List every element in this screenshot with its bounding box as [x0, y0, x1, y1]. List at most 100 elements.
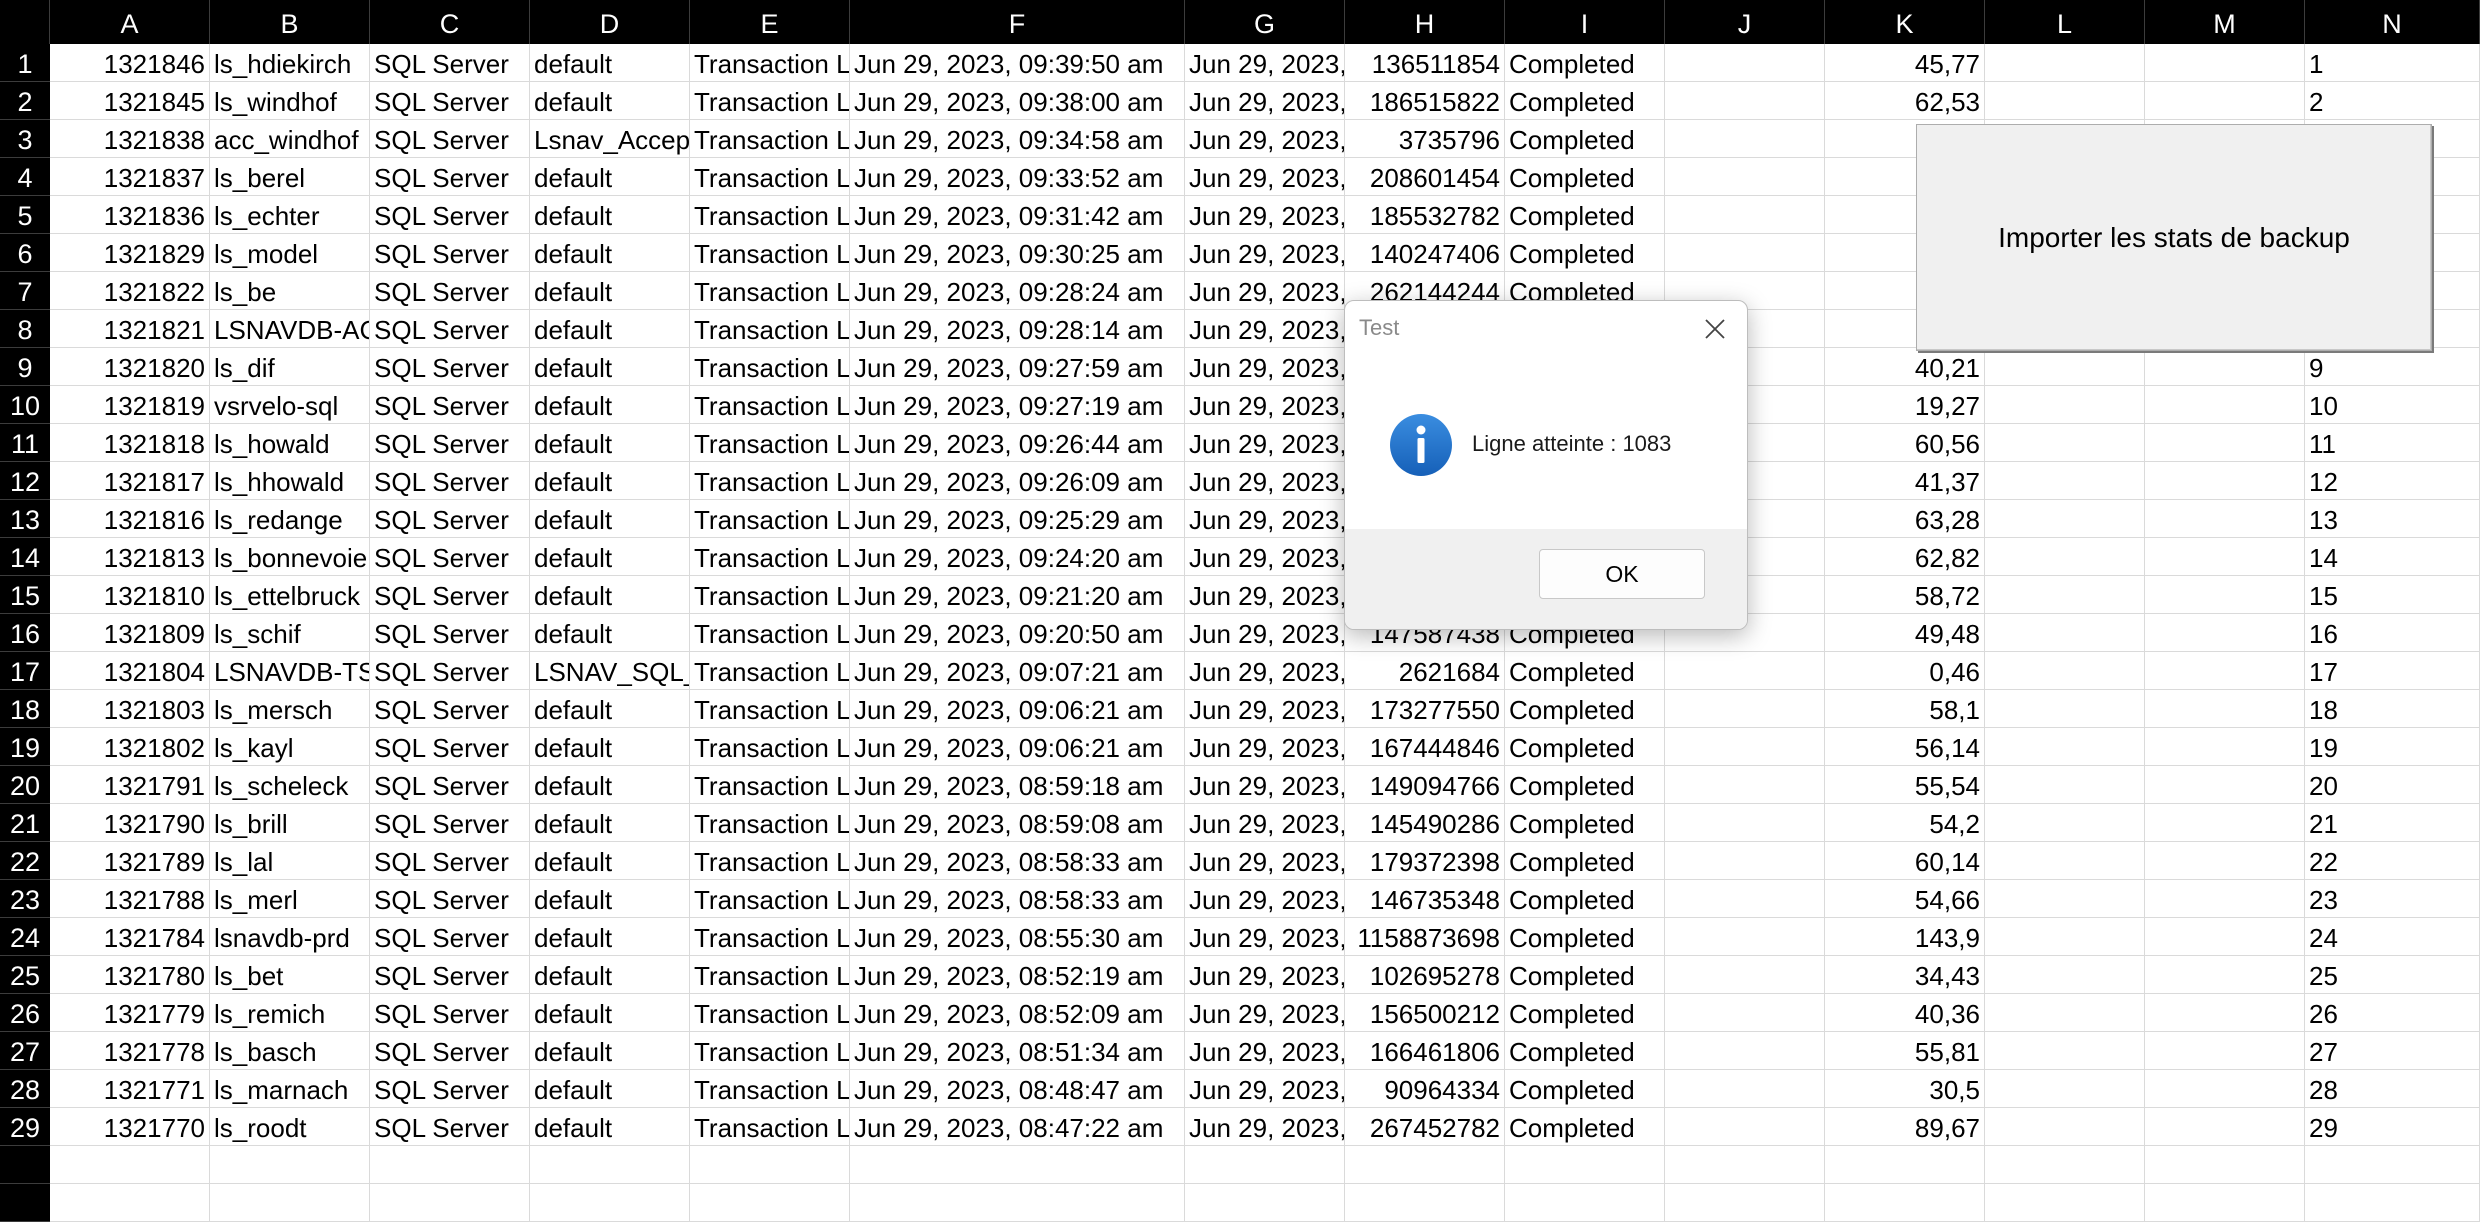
cell-f[interactable]: Jun 29, 2023, 08:47:22 am	[850, 1108, 1185, 1146]
cell-g[interactable]: Jun 29, 2023,	[1185, 234, 1345, 272]
cell-l[interactable]	[1985, 728, 2145, 766]
cell-c[interactable]: SQL Server	[370, 386, 530, 424]
cell-i[interactable]: Completed	[1505, 728, 1665, 766]
cell-d[interactable]: default	[530, 538, 690, 576]
cell-h[interactable]: 156500212	[1345, 994, 1505, 1032]
cell-d[interactable]: default	[530, 462, 690, 500]
cell-j[interactable]	[1665, 956, 1825, 994]
cell-h[interactable]: 1158873698	[1345, 918, 1505, 956]
cell-f[interactable]	[850, 1184, 1185, 1222]
cell-f[interactable]: Jun 29, 2023, 09:25:29 am	[850, 500, 1185, 538]
cell-l[interactable]	[1985, 994, 2145, 1032]
cell-c[interactable]: SQL Server	[370, 614, 530, 652]
cell-l[interactable]	[1985, 918, 2145, 956]
cell-c[interactable]: SQL Server	[370, 158, 530, 196]
cell-k[interactable]: 58,72	[1825, 576, 1985, 614]
cell-c[interactable]: SQL Server	[370, 538, 530, 576]
cell-n[interactable]: 11	[2305, 424, 2480, 462]
cell-c[interactable]: SQL Server	[370, 576, 530, 614]
cell-b[interactable]	[210, 1146, 370, 1184]
cell-b[interactable]: ls_hdiekirch	[210, 44, 370, 82]
cell-f[interactable]	[850, 1146, 1185, 1184]
cell-e[interactable]: Transaction L	[690, 994, 850, 1032]
cell-e[interactable]: Transaction L	[690, 310, 850, 348]
cell-a[interactable]: 1321837	[50, 158, 210, 196]
cell-k[interactable]: 40,21	[1825, 348, 1985, 386]
cell-c[interactable]: SQL Server	[370, 918, 530, 956]
cell-k[interactable]: 49,48	[1825, 614, 1985, 652]
cell-n[interactable]: 20	[2305, 766, 2480, 804]
column-header-b[interactable]: B	[210, 0, 370, 44]
cell-n[interactable]: 29	[2305, 1108, 2480, 1146]
cell-i[interactable]: Completed	[1505, 880, 1665, 918]
cell-b[interactable]: acc_windhof	[210, 120, 370, 158]
cell-b[interactable]: ls_model	[210, 234, 370, 272]
cell-i[interactable]: Completed	[1505, 196, 1665, 234]
cell-d[interactable]: default	[530, 82, 690, 120]
row-header[interactable]	[0, 1184, 50, 1222]
cell-j[interactable]	[1665, 44, 1825, 82]
cell-c[interactable]: SQL Server	[370, 1070, 530, 1108]
cell-h[interactable]: 3735796	[1345, 120, 1505, 158]
cell-h[interactable]: 2621684	[1345, 652, 1505, 690]
cell-i[interactable]: Completed	[1505, 766, 1665, 804]
cell-i[interactable]: Completed	[1505, 44, 1665, 82]
cell-l[interactable]	[1985, 1032, 2145, 1070]
cell-e[interactable]: Transaction L	[690, 44, 850, 82]
cell-b[interactable]: ls_marnach	[210, 1070, 370, 1108]
cell-m[interactable]	[2145, 462, 2305, 500]
cell-j[interactable]	[1665, 1108, 1825, 1146]
cell-m[interactable]	[2145, 842, 2305, 880]
cell-d[interactable]: LSNAV_SQL_T	[530, 652, 690, 690]
cell-g[interactable]: Jun 29, 2023,	[1185, 310, 1345, 348]
cell-j[interactable]	[1665, 766, 1825, 804]
row-header[interactable]: 3	[0, 120, 50, 158]
cell-g[interactable]: Jun 29, 2023,	[1185, 500, 1345, 538]
cell-c[interactable]: SQL Server	[370, 82, 530, 120]
cell-b[interactable]: lsnavdb-prd	[210, 918, 370, 956]
cell-e[interactable]: Transaction L	[690, 424, 850, 462]
cell-k[interactable]: 143,9	[1825, 918, 1985, 956]
cell-b[interactable]: ls_dif	[210, 348, 370, 386]
cell-h[interactable]: 186515822	[1345, 82, 1505, 120]
cell-f[interactable]: Jun 29, 2023, 09:24:20 am	[850, 538, 1185, 576]
cell-i[interactable]: Completed	[1505, 120, 1665, 158]
cell-a[interactable]: 1321838	[50, 120, 210, 158]
cell-g[interactable]: Jun 29, 2023,	[1185, 386, 1345, 424]
cell-d[interactable]: default	[530, 1032, 690, 1070]
cell-d[interactable]: default	[530, 614, 690, 652]
cell-d[interactable]: default	[530, 234, 690, 272]
cell-g[interactable]: Jun 29, 2023,	[1185, 424, 1345, 462]
column-header-d[interactable]: D	[530, 0, 690, 44]
column-header-j[interactable]: J	[1665, 0, 1825, 44]
cell-d[interactable]: default	[530, 44, 690, 82]
row-header[interactable]: 10	[0, 386, 50, 424]
cell-i[interactable]	[1505, 1184, 1665, 1222]
cell-e[interactable]: Transaction L	[690, 462, 850, 500]
row-header[interactable]: 16	[0, 614, 50, 652]
cell-k[interactable]: 19,27	[1825, 386, 1985, 424]
cell-m[interactable]	[2145, 1108, 2305, 1146]
cell-j[interactable]	[1665, 120, 1825, 158]
cell-h[interactable]: 179372398	[1345, 842, 1505, 880]
cell-e[interactable]: Transaction L	[690, 1108, 850, 1146]
cell-j[interactable]	[1665, 82, 1825, 120]
cell-a[interactable]: 1321818	[50, 424, 210, 462]
cell-a[interactable]: 1321846	[50, 44, 210, 82]
row-header[interactable]: 22	[0, 842, 50, 880]
cell-e[interactable]: Transaction L	[690, 82, 850, 120]
cell-j[interactable]	[1665, 804, 1825, 842]
cell-h[interactable]: 90964334	[1345, 1070, 1505, 1108]
cell-g[interactable]: Jun 29, 2023,	[1185, 804, 1345, 842]
cell-f[interactable]: Jun 29, 2023, 08:59:08 am	[850, 804, 1185, 842]
cell-i[interactable]: Completed	[1505, 1108, 1665, 1146]
cell-i[interactable]: Completed	[1505, 1032, 1665, 1070]
cell-d[interactable]: default	[530, 766, 690, 804]
cell-e[interactable]: Transaction L	[690, 1070, 850, 1108]
cell-c[interactable]: SQL Server	[370, 804, 530, 842]
cell-f[interactable]: Jun 29, 2023, 08:55:30 am	[850, 918, 1185, 956]
cell-k[interactable]: 34,43	[1825, 956, 1985, 994]
cell-f[interactable]: Jun 29, 2023, 09:20:50 am	[850, 614, 1185, 652]
cell-m[interactable]	[2145, 1146, 2305, 1184]
cell-g[interactable]: Jun 29, 2023,	[1185, 690, 1345, 728]
